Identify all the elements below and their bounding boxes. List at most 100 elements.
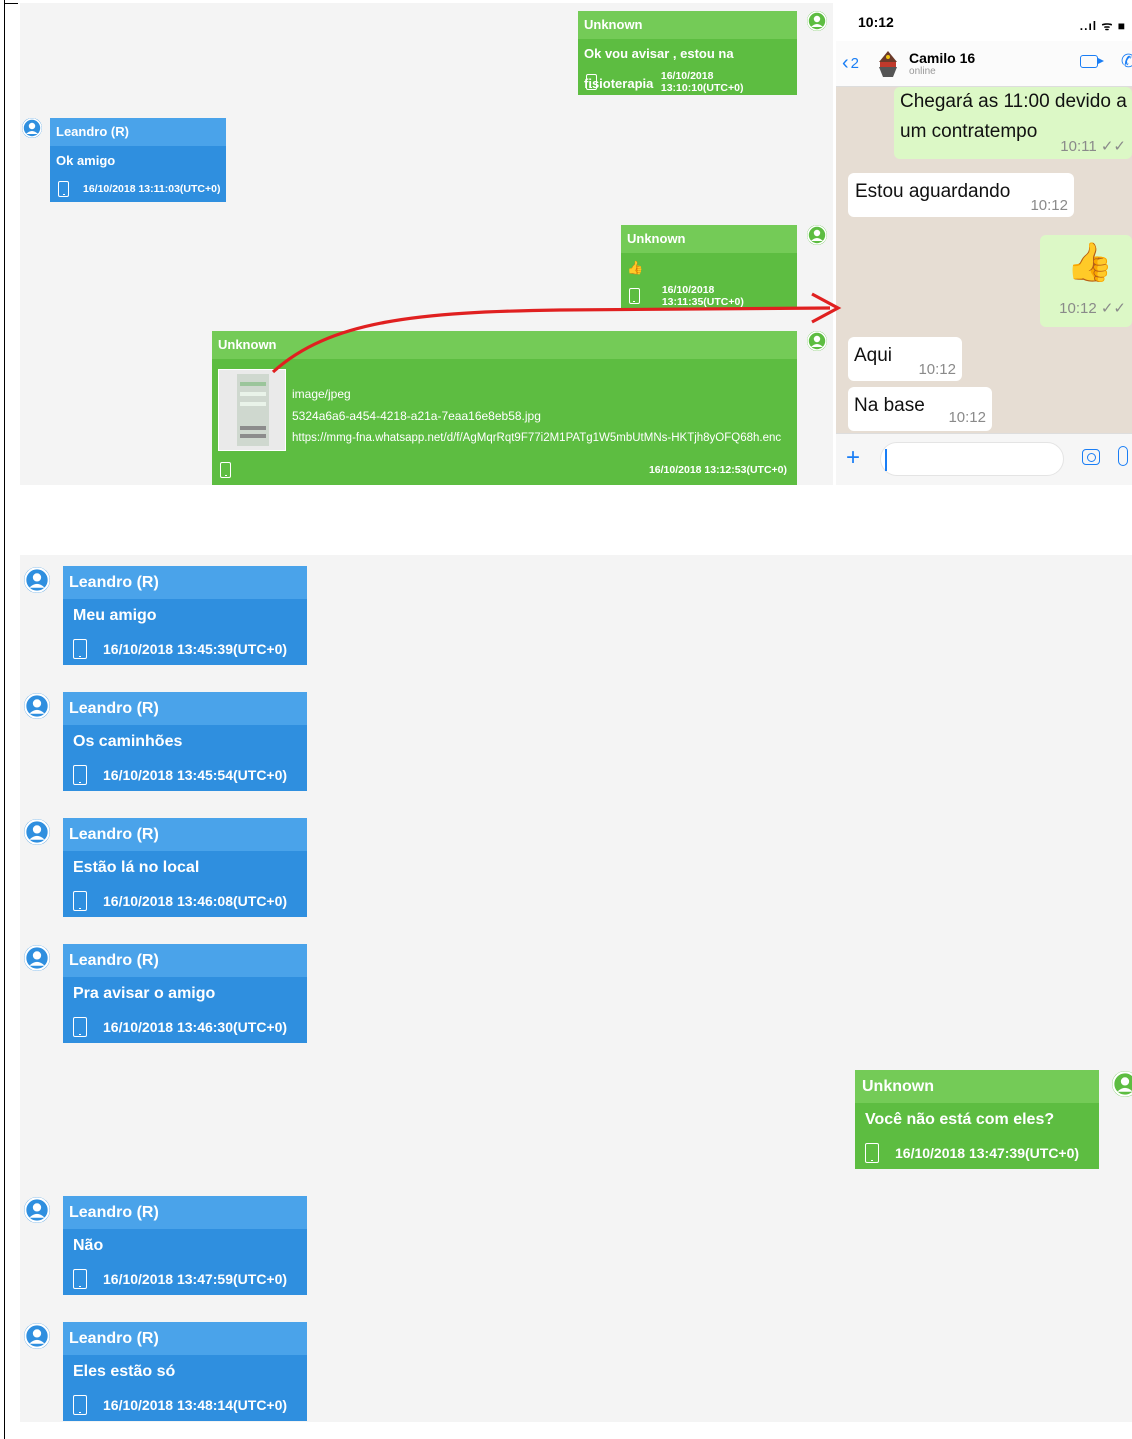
sender-name: Leandro (R) [63, 944, 307, 977]
message-bubble-incoming: Leandro (R) Eles estão só 16/10/2018 13:… [63, 1322, 307, 1421]
message-bubble-outgoing: Unknown Ok vou avisar , estou na fisiote… [578, 11, 797, 95]
chat-bubble-outgoing: Chegará as 11:00 devido a um contratempo… [894, 87, 1132, 159]
sender-name: Leandro (R) [63, 818, 307, 851]
bubble-time: 10:12 [1030, 197, 1068, 214]
timestamp: 16/10/2018 13:48:14(UTC+0) [103, 1396, 288, 1413]
camera-icon[interactable] [1082, 449, 1100, 465]
signal-icon: ..ıl ᯤ ■ [1079, 19, 1126, 33]
user-avatar-icon [22, 118, 42, 138]
user-avatar-icon [24, 1323, 50, 1349]
bubble-time: 10:12 ✓✓ [1059, 300, 1126, 317]
contact-avatar[interactable] [873, 48, 903, 80]
phone-icon [58, 181, 69, 197]
status-time: 10:12 [858, 14, 894, 30]
bubble-text: Na base [854, 395, 925, 416]
timestamp: 16/10/2018 13:45:54(UTC+0) [103, 766, 288, 783]
timestamp: 16/10/2018 13:47:39(UTC+0) [895, 1144, 1080, 1161]
back-count[interactable]: 2 [851, 55, 859, 72]
chat-bubble-incoming: Aqui 10:12 [848, 337, 962, 381]
attachment-url[interactable]: https://mmg-fna.whatsapp.net/d/f/AgMqrRq… [292, 427, 781, 449]
timestamp: 16/10/2018 13:46:08(UTC+0) [103, 892, 288, 909]
contact-status: online [909, 66, 936, 77]
message-timestamp-row: 16/10/2018 13:11:35(UTC+0) [621, 283, 797, 309]
user-avatar-icon [807, 331, 827, 351]
status-bar: 10:12 ..ıl ᯤ ■ [836, 3, 1132, 41]
message-text: 👍 [627, 260, 644, 275]
back-chevron-icon[interactable]: ‹ [842, 52, 849, 75]
message-text: Os caminhões [73, 733, 183, 750]
message-input[interactable] [880, 442, 1064, 476]
bubble-text: Estou aguardando [855, 181, 1011, 202]
user-avatar-icon [807, 11, 827, 31]
user-avatar-icon [24, 945, 50, 971]
message-timestamp-row: 16/10/2018 13:46:30(UTC+0) [63, 1010, 307, 1043]
page-border-top [4, 3, 18, 4]
sender-name: Leandro (R) [63, 1196, 307, 1229]
timestamp: 16/10/2018 13:11:03(UTC+0) [83, 183, 221, 195]
message-bubble-incoming: Leandro (R) Ok amigo 16/10/2018 13:11:03… [50, 118, 226, 202]
timestamp: 16/10/2018 13:10:10(UTC+0) [660, 70, 744, 94]
message-bubble-incoming: Leandro (R) Pra avisar o amigo 16/10/201… [63, 944, 307, 1043]
bubble-text: Chegará as 11:00 devido a [900, 91, 1127, 112]
sender-name: Unknown [578, 11, 797, 39]
bubble-time: 10:11 ✓✓ [1060, 138, 1126, 155]
timestamp: 16/10/2018 13:11:35(UTC+0) [661, 284, 744, 308]
contact-info: Camilo 16 online [903, 50, 975, 77]
message-text: Ok amigo [56, 153, 116, 168]
message-bubble-incoming: Leandro (R) Meu amigo 16/10/2018 13:45:3… [63, 566, 307, 665]
timestamp: 16/10/2018 13:46:30(UTC+0) [103, 1018, 288, 1035]
attachment-info: image/jpeg 5324a6a6-a454-4218-a21a-7eaa1… [286, 369, 781, 451]
export-panel-bottom: Leandro (R) Meu amigo 16/10/2018 13:45:3… [20, 555, 1132, 1422]
sender-name: Leandro (R) [63, 566, 307, 599]
phone-icon [73, 1016, 87, 1037]
image-thumbnail[interactable] [218, 369, 286, 451]
message-text: Eles estão só [73, 1363, 176, 1380]
message-bubble-incoming: Leandro (R) Os caminhões 16/10/2018 13:4… [63, 692, 307, 791]
timestamp: 16/10/2018 13:47:59(UTC+0) [103, 1270, 288, 1287]
message-bubble-incoming: Leandro (R) Não 16/10/2018 13:47:59(UTC+… [63, 1196, 307, 1295]
user-avatar-icon [807, 225, 827, 245]
user-avatar-icon [24, 1197, 50, 1223]
message-timestamp-row: 16/10/2018 13:47:39(UTC+0) [855, 1136, 1099, 1169]
composer-bar: + [836, 433, 1132, 485]
contact-name: Camilo 16 [909, 50, 976, 66]
plus-icon[interactable]: + [846, 444, 860, 472]
message-timestamp-row: 16/10/2018 13:46:08(UTC+0) [63, 884, 307, 917]
phone-icon [73, 890, 87, 911]
message-bubble-outgoing: Unknown 👍 16/10/2018 13:11:35(UTC+0) [621, 225, 797, 309]
chat-bubble-incoming: Na base 10:12 [848, 387, 992, 431]
timestamp: 16/10/2018 13:45:39(UTC+0) [103, 640, 288, 657]
phone-icon [865, 1142, 879, 1163]
phone-icon [73, 764, 87, 785]
chat-header: ‹ 2 Camilo 16 online ✆ [836, 41, 1132, 87]
message-timestamp-row: 16/10/2018 13:11:03(UTC+0) [50, 176, 226, 202]
attachment-filename: 5324a6a6-a454-4218-a21a-7eaa16e8eb58.jpg [292, 409, 541, 423]
user-avatar-icon [24, 693, 50, 719]
chat-bubble-outgoing: 👍 10:12 ✓✓ [1040, 235, 1132, 327]
whatsapp-screenshot: 10:12 ..ıl ᯤ ■ ‹ 2 Camilo 16 online ✆ Ch… [836, 3, 1132, 485]
message-timestamp-row: 16/10/2018 13:45:39(UTC+0) [63, 632, 307, 665]
chat-bubble-incoming: Estou aguardando 10:12 [848, 173, 1074, 217]
phone-icon [73, 638, 87, 659]
microphone-icon[interactable] [1118, 446, 1128, 466]
phone-icon [629, 288, 640, 304]
video-call-icon[interactable] [1080, 55, 1104, 68]
user-avatar-icon [24, 819, 50, 845]
message-bubble-attachment: Unknown image/jpeg 5324a6a6-a454-4218-a2… [212, 331, 797, 485]
sender-name: Unknown [855, 1070, 1099, 1103]
phone-icon [73, 1394, 87, 1415]
sender-name: Unknown [212, 331, 797, 359]
message-text: Meu amigo [73, 607, 157, 624]
bubble-text: Aqui [854, 345, 893, 366]
message-text: Você não está com eles? [865, 1111, 1055, 1128]
message-text: Ok vou avisar , estou na fisioterapia [584, 46, 734, 91]
chat-area: Chegará as 11:00 devido a um contratempo… [836, 87, 1132, 433]
export-panel-top: Unknown Ok vou avisar , estou na fisiote… [20, 3, 833, 485]
timestamp: 16/10/2018 13:12:53(UTC+0) [648, 464, 787, 476]
user-avatar-icon [24, 567, 50, 593]
bubble-text: um contratempo [900, 121, 1038, 142]
phone-call-icon[interactable]: ✆ [1121, 51, 1132, 72]
image-attachment[interactable]: image/jpeg 5324a6a6-a454-4218-a21a-7eaa1… [212, 359, 797, 451]
message-timestamp-row: 16/10/2018 13:48:14(UTC+0) [63, 1388, 307, 1421]
bubble-time: 10:12 [948, 409, 986, 426]
